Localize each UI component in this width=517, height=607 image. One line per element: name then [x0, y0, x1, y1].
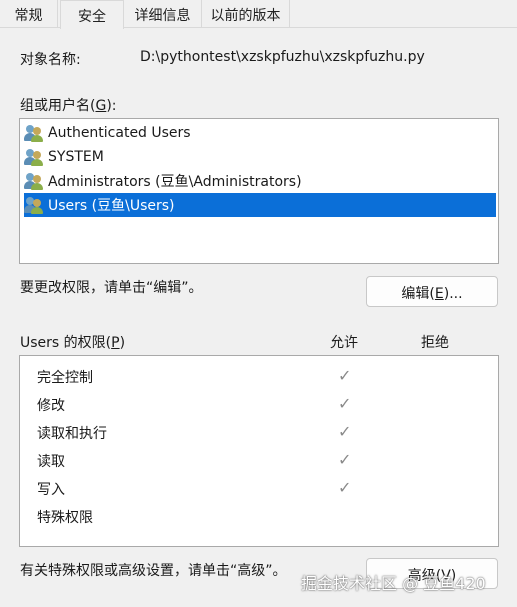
tab-security[interactable]: 安全: [60, 0, 124, 29]
permission-name: 读取和执行: [37, 426, 107, 442]
permission-row: 写入 ✓: [20, 473, 498, 501]
group-item-label: Users (豆鱼\Users): [48, 198, 175, 214]
allow-check-icon: ✓: [338, 478, 352, 497]
permissions-label: Users 的权限(P): [20, 335, 126, 351]
allow-check-icon: ✓: [338, 366, 352, 385]
permission-name: 完全控制: [37, 370, 93, 386]
permission-row: 修改 ✓: [20, 389, 498, 417]
edit-button[interactable]: 编辑(E)...: [366, 276, 498, 307]
permission-row: 读取 ✓: [20, 445, 498, 473]
group-item-administrators[interactable]: Administrators (豆鱼\Administrators): [24, 169, 496, 193]
group-item-label: Authenticated Users: [48, 125, 191, 141]
user-group-icon: [24, 196, 44, 214]
watermark-text: 掘金技术社区 @ 豆鱼420: [301, 574, 486, 593]
permission-name: 特殊权限: [37, 510, 93, 526]
user-group-icon: [24, 172, 44, 190]
group-item-label: SYSTEM: [48, 149, 104, 165]
permission-row: 特殊权限: [20, 501, 498, 529]
group-item-system[interactable]: SYSTEM: [24, 145, 496, 169]
permission-row: 完全控制 ✓: [20, 361, 498, 389]
permissions-list: 完全控制 ✓ 修改 ✓ 读取和执行 ✓ 读取 ✓ 写入 ✓ 特殊权限: [19, 355, 499, 547]
object-name-label: 对象名称:: [20, 52, 81, 68]
permission-row: 读取和执行 ✓: [20, 417, 498, 445]
group-item-authenticated-users[interactable]: Authenticated Users: [24, 121, 496, 145]
allow-check-icon: ✓: [338, 422, 352, 441]
group-item-users[interactable]: Users (豆鱼\Users): [24, 193, 496, 217]
group-item-label: Administrators (豆鱼\Administrators): [48, 174, 302, 190]
tab-bar: 常规 安全 详细信息 以前的版本: [0, 0, 517, 29]
user-group-icon: [24, 124, 44, 142]
allow-check-icon: ✓: [338, 450, 352, 469]
allow-check-icon: ✓: [338, 394, 352, 413]
allow-column-header: 允许: [330, 335, 358, 351]
permission-name: 读取: [37, 454, 65, 470]
groups-list[interactable]: Authenticated Users SYSTEM Administrator…: [19, 118, 499, 264]
advanced-prompt: 有关特殊权限或高级设置，请单击“高级”。: [20, 563, 287, 579]
permission-name: 修改: [37, 398, 65, 414]
groups-label: 组或用户名(G):: [20, 98, 117, 114]
tab-details[interactable]: 详细信息: [124, 0, 202, 28]
deny-column-header: 拒绝: [421, 335, 449, 351]
tab-previous-versions[interactable]: 以前的版本: [202, 0, 290, 28]
edit-prompt: 要更改权限，请单击“编辑”。: [20, 280, 203, 296]
tab-general[interactable]: 常规: [0, 0, 58, 28]
user-group-icon: [24, 148, 44, 166]
permission-name: 写入: [37, 482, 65, 498]
object-name-value: D:\pythontest\xzskpfuzhu\xzskpfuzhu.py: [140, 49, 425, 65]
